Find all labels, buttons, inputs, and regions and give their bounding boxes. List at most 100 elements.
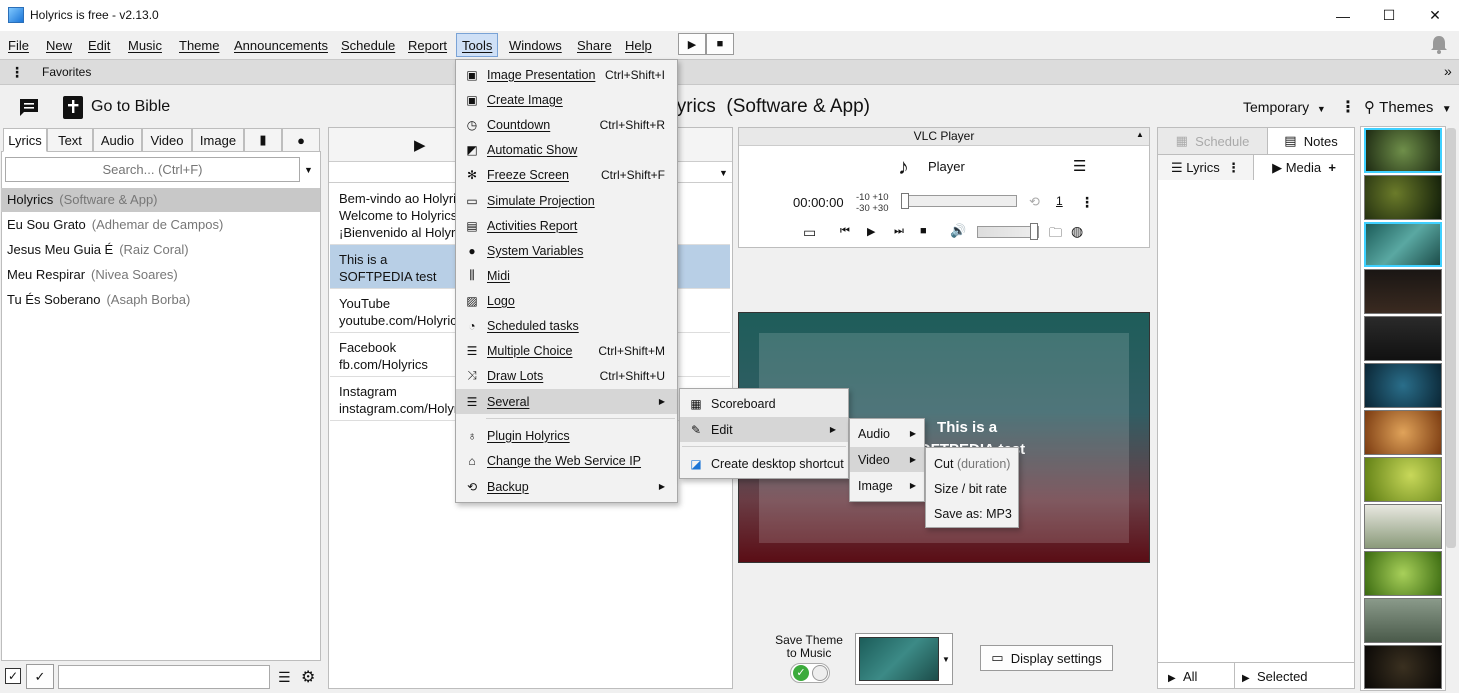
gear-icon[interactable]: ⚙ xyxy=(301,667,315,687)
theme-thumbnail[interactable] xyxy=(1364,128,1442,173)
show-selected-button[interactable]: ▶ Selected xyxy=(1242,669,1308,684)
volume-handle[interactable] xyxy=(1030,223,1038,240)
menu-item-cut[interactable]: Cut (duration) xyxy=(926,451,1018,476)
theme-thumbnail[interactable] xyxy=(1364,645,1442,689)
filter-input[interactable] xyxy=(58,665,270,689)
themes-scrollbar[interactable] xyxy=(1446,128,1456,548)
menu-item-backup[interactable]: ⟲ Backup ▶ xyxy=(456,474,677,499)
tab-media[interactable]: ▶ Media + xyxy=(1254,154,1354,180)
menu-item-logo[interactable]: ▨ Logo xyxy=(456,288,677,313)
search-input[interactable] xyxy=(5,157,300,182)
tab-lyrics[interactable]: Lyrics xyxy=(3,128,47,152)
menu-item-create-image[interactable]: ▣ Create Image xyxy=(456,87,677,112)
stop-button[interactable]: ■ xyxy=(706,33,734,55)
favorites-label[interactable]: Favorites xyxy=(42,65,91,79)
bible-icon[interactable] xyxy=(62,95,84,120)
menu-item-activities-report[interactable]: ▤ Activities Report xyxy=(456,213,677,238)
display-settings-button[interactable]: ▭ Display settings xyxy=(980,645,1113,671)
menu-item-image[interactable]: Image ▶ xyxy=(850,473,924,498)
favorites-more-icon[interactable]: » xyxy=(1444,63,1452,79)
theme-thumbnail[interactable] xyxy=(1364,598,1442,643)
menu-item-video[interactable]: Video ▶ xyxy=(850,447,924,472)
menu-item-edit[interactable]: ✎ Edit ▶ xyxy=(680,417,848,442)
chat-icon[interactable] xyxy=(18,97,40,117)
menu-item-automatic-show[interactable]: ◩ Automatic Show xyxy=(456,137,677,162)
tab-schedule[interactable]: ▦ Schedule xyxy=(1158,128,1268,154)
menu-item-change-the-web-service-ip[interactable]: ⌂ Change the Web Service IP xyxy=(456,448,677,473)
song-item[interactable]: Jesus Meu Guia É (Raiz Coral) xyxy=(7,242,189,257)
repeat-count[interactable]: 1 xyxy=(1056,194,1063,208)
skip-controls[interactable]: -10 +10 -30 +30 xyxy=(856,192,889,214)
theme-thumbnail[interactable] xyxy=(1364,269,1442,314)
play-slides-icon[interactable]: ▶ xyxy=(414,136,426,154)
song-item[interactable]: Meu Respirar (Nivea Soares) xyxy=(7,267,178,282)
menu-item-simulate-projection[interactable]: ▭ Simulate Projection xyxy=(456,188,677,213)
minimize-button[interactable]: — xyxy=(1320,0,1366,31)
repeat-icon[interactable]: ⟲ xyxy=(1029,194,1040,210)
skip-top[interactable]: -10 +10 xyxy=(856,192,889,203)
search-dropdown-icon[interactable]: ▼ xyxy=(304,165,313,175)
tab-lyrics-list[interactable]: ☰ Lyrics ⋮ xyxy=(1158,154,1254,180)
tab-image[interactable]: Image xyxy=(192,128,244,152)
tab-audio[interactable]: Audio xyxy=(93,128,142,152)
tab-alerts[interactable]: ● xyxy=(282,128,320,152)
song-item[interactable]: Eu Sou Grato (Adhemar de Campos) xyxy=(7,217,223,232)
menu-item-audio[interactable]: Audio ▶ xyxy=(850,421,924,446)
menu-item-save-mp3[interactable]: Save as: MP3 xyxy=(926,501,1018,526)
menu-item-image-presentation[interactable]: ▣ Image Presentation Ctrl+Shift+I xyxy=(456,62,677,87)
bell-icon[interactable] xyxy=(1430,35,1448,55)
theme-thumbnail[interactable] xyxy=(1364,222,1442,267)
theme-thumbnail[interactable] xyxy=(1364,363,1442,408)
menu-schedule[interactable]: Schedule xyxy=(341,38,395,53)
menu-share[interactable]: Share xyxy=(577,38,612,53)
globe-icon[interactable]: ◍ xyxy=(1071,223,1083,240)
tab-notes[interactable]: ▤ Notes xyxy=(1268,128,1354,154)
menu-item-multiple-choice[interactable]: ☰ Multiple Choice Ctrl+Shift+M xyxy=(456,338,677,363)
themes-dropdown[interactable]: ⚲ Themes ▼ xyxy=(1364,98,1452,116)
seek-slider[interactable] xyxy=(902,195,1017,207)
theme-thumbnail[interactable] xyxy=(1364,504,1442,549)
list-icon[interactable]: ☰ xyxy=(278,669,291,686)
select-all-checkbox[interactable]: ✓ xyxy=(5,668,21,684)
menu-item-scoreboard[interactable]: ▦ Scoreboard xyxy=(680,391,848,416)
song-item[interactable]: Holyrics (Software & App) xyxy=(7,192,158,207)
screen-icon[interactable]: ▭ xyxy=(803,224,816,241)
check-button[interactable]: ✓ xyxy=(26,664,54,689)
tab-video[interactable]: Video xyxy=(142,128,192,152)
menu-help[interactable]: Help xyxy=(625,38,652,53)
more-options-icon[interactable]: ⋮ xyxy=(1340,97,1356,117)
maximize-button[interactable]: ☐ xyxy=(1366,0,1412,31)
menu-edit[interactable]: Edit xyxy=(88,38,110,53)
theme-thumbnail[interactable] xyxy=(1364,316,1442,361)
next-icon[interactable]: ⏭ xyxy=(894,225,904,238)
previous-icon[interactable]: ⏮ xyxy=(840,225,850,238)
theme-thumbnail[interactable] xyxy=(1364,551,1442,596)
skip-bottom[interactable]: -30 +30 xyxy=(856,203,889,214)
seek-handle[interactable] xyxy=(901,193,909,209)
dropdown-arrow-icon[interactable]: ▼ xyxy=(719,168,728,178)
play-icon[interactable]: ▶ xyxy=(867,225,875,238)
menu-announcements[interactable]: Announcements xyxy=(234,38,328,53)
menu-item-several[interactable]: ☰ Several ▶ xyxy=(456,389,677,414)
stop-icon[interactable]: ■ xyxy=(920,225,927,237)
menu-item-freeze-screen[interactable]: ✻ Freeze Screen Ctrl+Shift+F xyxy=(456,162,677,187)
volume-icon[interactable]: 🔊 xyxy=(950,223,966,239)
tab-file[interactable]: ▮ xyxy=(244,128,282,152)
temporary-dropdown[interactable]: Temporary ▼ xyxy=(1243,99,1326,115)
menu-tools[interactable]: Tools xyxy=(462,38,492,53)
menu-item-create-shortcut[interactable]: ◪ Create desktop shortcut xyxy=(680,451,848,476)
favorites-menu-icon[interactable]: ⋮ xyxy=(10,64,24,81)
tab-text[interactable]: Text xyxy=(47,128,93,152)
vlc-more-icon[interactable]: ⋮ xyxy=(1080,194,1094,211)
menu-item-scheduled-tasks[interactable]: ◔ Scheduled tasks xyxy=(456,313,677,338)
menu-item-draw-lots[interactable]: ⤨ Draw Lots Ctrl+Shift+U xyxy=(456,363,677,388)
theme-picker[interactable]: ▼ xyxy=(855,633,953,685)
menu-theme[interactable]: Theme xyxy=(179,38,219,53)
collapse-icon[interactable]: ▲ xyxy=(1136,130,1144,139)
theme-thumbnail[interactable] xyxy=(1364,457,1442,502)
menu-item-countdown[interactable]: ◷ Countdown Ctrl+Shift+R xyxy=(456,112,677,137)
menu-report[interactable]: Report xyxy=(408,38,447,53)
song-item[interactable]: Tu És Soberano (Asaph Borba) xyxy=(7,292,190,307)
menu-new[interactable]: New xyxy=(46,38,72,53)
go-to-bible-link[interactable]: Go to Bible xyxy=(91,98,170,116)
